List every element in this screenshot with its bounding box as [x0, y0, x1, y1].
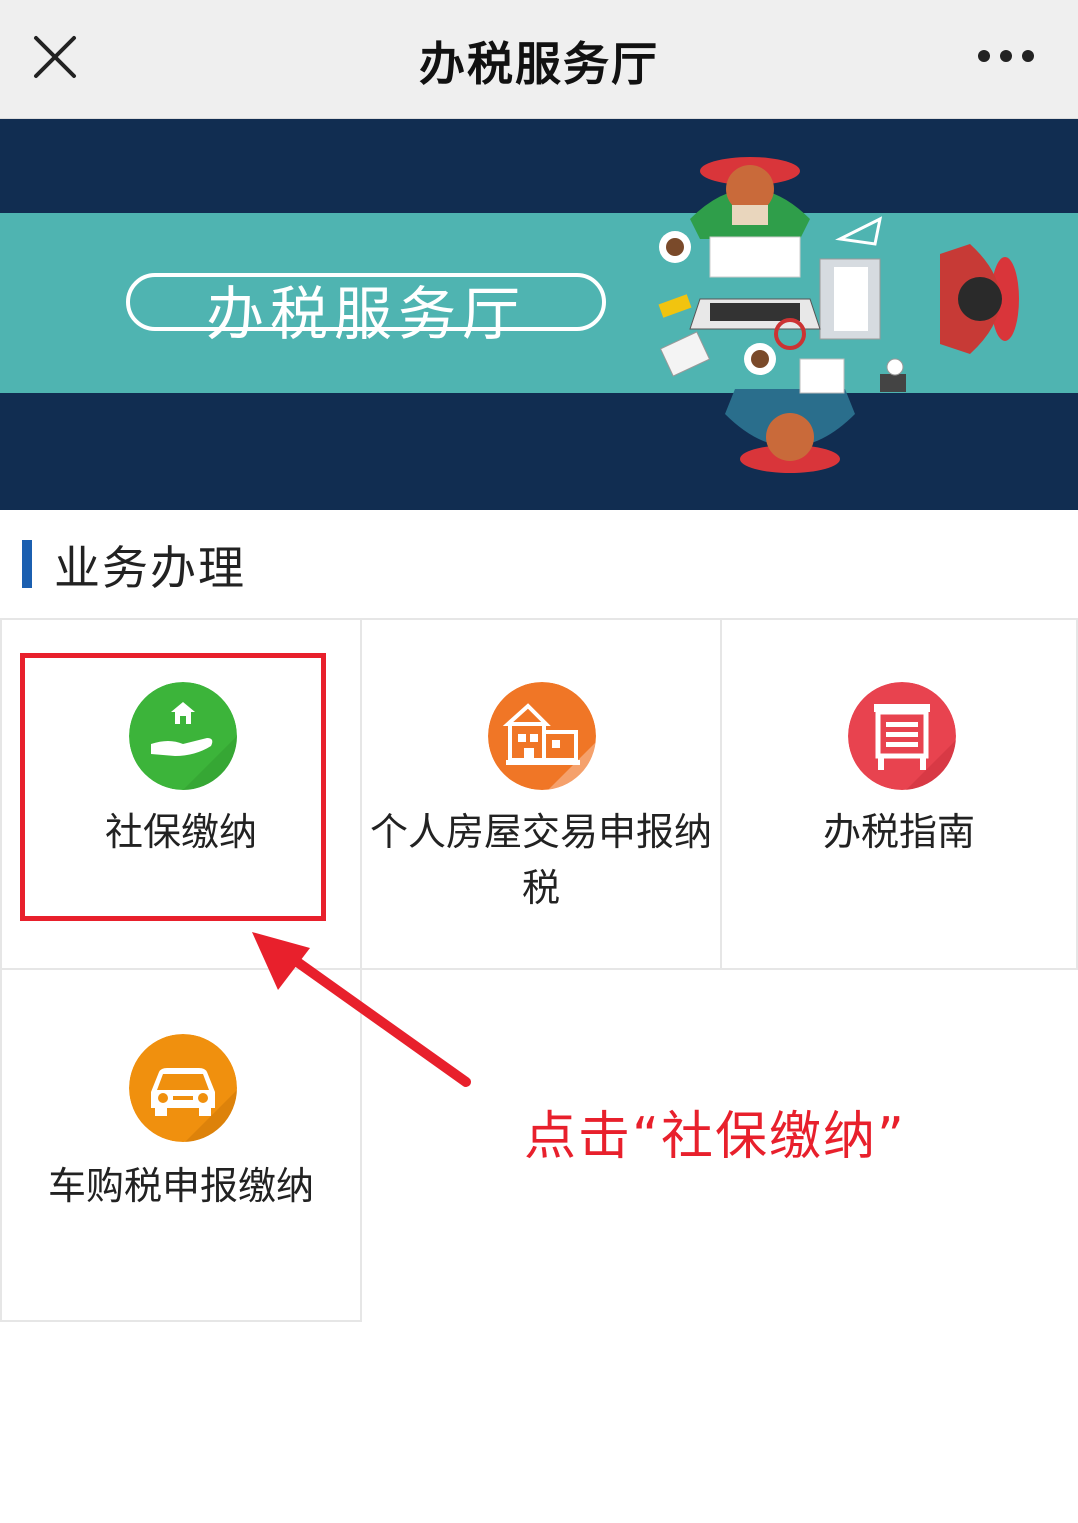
service-label: 车购税申报缴纳 [47, 1164, 314, 1208]
service-tax-guide[interactable]: 办税指南 [720, 618, 1078, 970]
annotation-text: 点击“社保缴纳” [524, 1107, 906, 1167]
service-house-transaction[interactable]: 个人房屋交易申报纳税 [360, 618, 722, 970]
building-icon [488, 682, 596, 790]
banner-title: 办税服务厅 [205, 280, 526, 348]
guide-board-icon [848, 682, 956, 790]
section-title: 业务办理 [54, 541, 246, 595]
car-icon [129, 1034, 237, 1142]
navbar: 办税服务厅 [0, 0, 1078, 119]
house-in-hand-icon [129, 682, 237, 790]
service-label: 社保缴纳 [104, 810, 257, 854]
page-title: 办税服务厅 [419, 37, 659, 91]
service-label: 个人房屋交易申报纳税 [369, 810, 712, 910]
service-vehicle-tax[interactable]: 车购税申报缴纳 [0, 968, 362, 1322]
service-social-insurance[interactable]: 社保缴纳 [0, 618, 362, 970]
more-icon[interactable] [972, 38, 1042, 74]
banner[interactable]: 办税服务厅 [0, 119, 1078, 510]
office-meeting-illustration [658, 157, 1019, 473]
section-header: 业务办理 [0, 510, 1078, 620]
section-accent-bar [22, 540, 32, 588]
service-label: 办税指南 [822, 810, 975, 854]
